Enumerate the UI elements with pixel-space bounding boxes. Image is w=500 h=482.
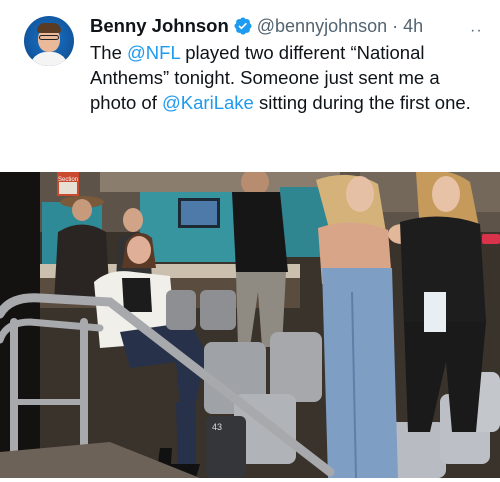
stadium-photo: Section 43 [0, 172, 500, 478]
text-part-1: The [90, 42, 128, 63]
text-part-3: sitting during the first one. [253, 92, 471, 113]
tweet-header: Benny Johnson @bennyjohnson · 4h [90, 14, 423, 38]
verified-badge-icon [234, 17, 252, 35]
tweet-photo[interactable]: Section 43 [0, 172, 500, 478]
avatar[interactable] [24, 16, 74, 66]
more-options-icon[interactable]: ·· [470, 22, 483, 40]
section-sign: Section [57, 172, 79, 196]
mention-karilake[interactable]: @KariLake [162, 92, 254, 113]
tweet: Benny Johnson @bennyjohnson · 4h ·· The … [0, 0, 500, 482]
tweet-text: The @NFL played two different “National … [90, 40, 490, 115]
mention-nfl[interactable]: @NFL [127, 42, 180, 63]
svg-text:43: 43 [212, 422, 222, 432]
svg-text:Section: Section [58, 177, 78, 183]
display-name[interactable]: Benny Johnson [90, 15, 229, 37]
handle-and-timestamp[interactable]: @bennyjohnson · 4h [257, 16, 423, 37]
